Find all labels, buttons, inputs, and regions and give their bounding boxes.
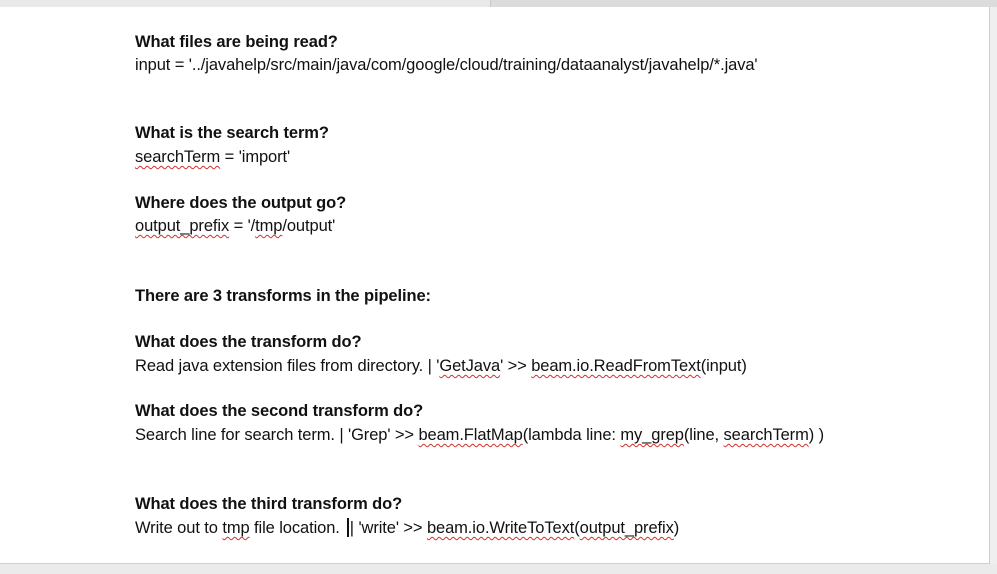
answer-text: = '/ <box>229 217 256 235</box>
window-top-bar <box>0 0 997 7</box>
document-page[interactable]: What files are being read? input = '../j… <box>0 7 990 564</box>
answer-text: = 'import' <box>220 148 291 166</box>
answer-text: (line, <box>683 426 724 444</box>
answer-third-transform: Write out to tmp file location. | 'write… <box>135 518 679 538</box>
spellcheck-word: searchTerm <box>135 148 221 166</box>
answer-output-prefix: output_prefix = '/tmp/output' <box>135 216 335 236</box>
answer-text: (lambda line: <box>522 426 621 444</box>
spellcheck-word: GetJava <box>439 357 501 375</box>
transforms-heading: There are 3 transforms in the pipeline: <box>135 287 431 305</box>
question-files-read: What files are being read? <box>135 33 338 51</box>
answer-first-transform: Read java extension files from directory… <box>135 356 747 376</box>
answer-text: Write out to <box>135 519 223 537</box>
right-gutter <box>990 7 997 564</box>
question-third-transform: What does the third transform do? <box>135 495 403 513</box>
answer-text: | 'write' >> <box>349 519 427 537</box>
answer-text: ) <box>673 519 680 537</box>
question-second-transform: What does the second transform do? <box>135 402 424 420</box>
spellcheck-word: beam.FlatMap <box>418 426 523 444</box>
spellcheck-word: my_grep <box>620 426 684 444</box>
answer-text: file location. <box>249 519 345 537</box>
answer-text: Search line for search term. | 'Grep' >> <box>135 426 419 444</box>
question-search-term: What is the search term? <box>135 124 329 142</box>
spellcheck-word: beam.io.ReadFromText <box>531 357 701 375</box>
answer-text: ' >> <box>500 357 532 375</box>
answer-second-transform: Search line for search term. | 'Grep' >>… <box>135 425 824 445</box>
tab-edge <box>490 0 997 7</box>
answer-text: (input) <box>700 357 747 375</box>
answer-input-path: input = '../javahelp/src/main/java/com/g… <box>135 56 758 74</box>
spellcheck-word: output_prefix <box>135 217 230 235</box>
spellcheck-word: tmp <box>222 519 250 537</box>
answer-text: Read java extension files from directory… <box>135 357 440 375</box>
question-first-transform: What does the transform do? <box>135 333 362 351</box>
spellcheck-word: searchTerm <box>723 426 809 444</box>
spellcheck-word: output_prefix <box>579 519 674 537</box>
answer-search-term: searchTerm = 'import' <box>135 147 290 167</box>
spellcheck-word: beam.io.WriteToText <box>426 519 575 537</box>
answer-text: ) ) <box>808 426 825 444</box>
text-cursor <box>347 518 349 537</box>
question-output-location: Where does the output go? <box>135 194 347 212</box>
bottom-bar <box>0 564 997 574</box>
spellcheck-word: tmp <box>255 217 283 235</box>
answer-text: /output' <box>282 217 336 235</box>
